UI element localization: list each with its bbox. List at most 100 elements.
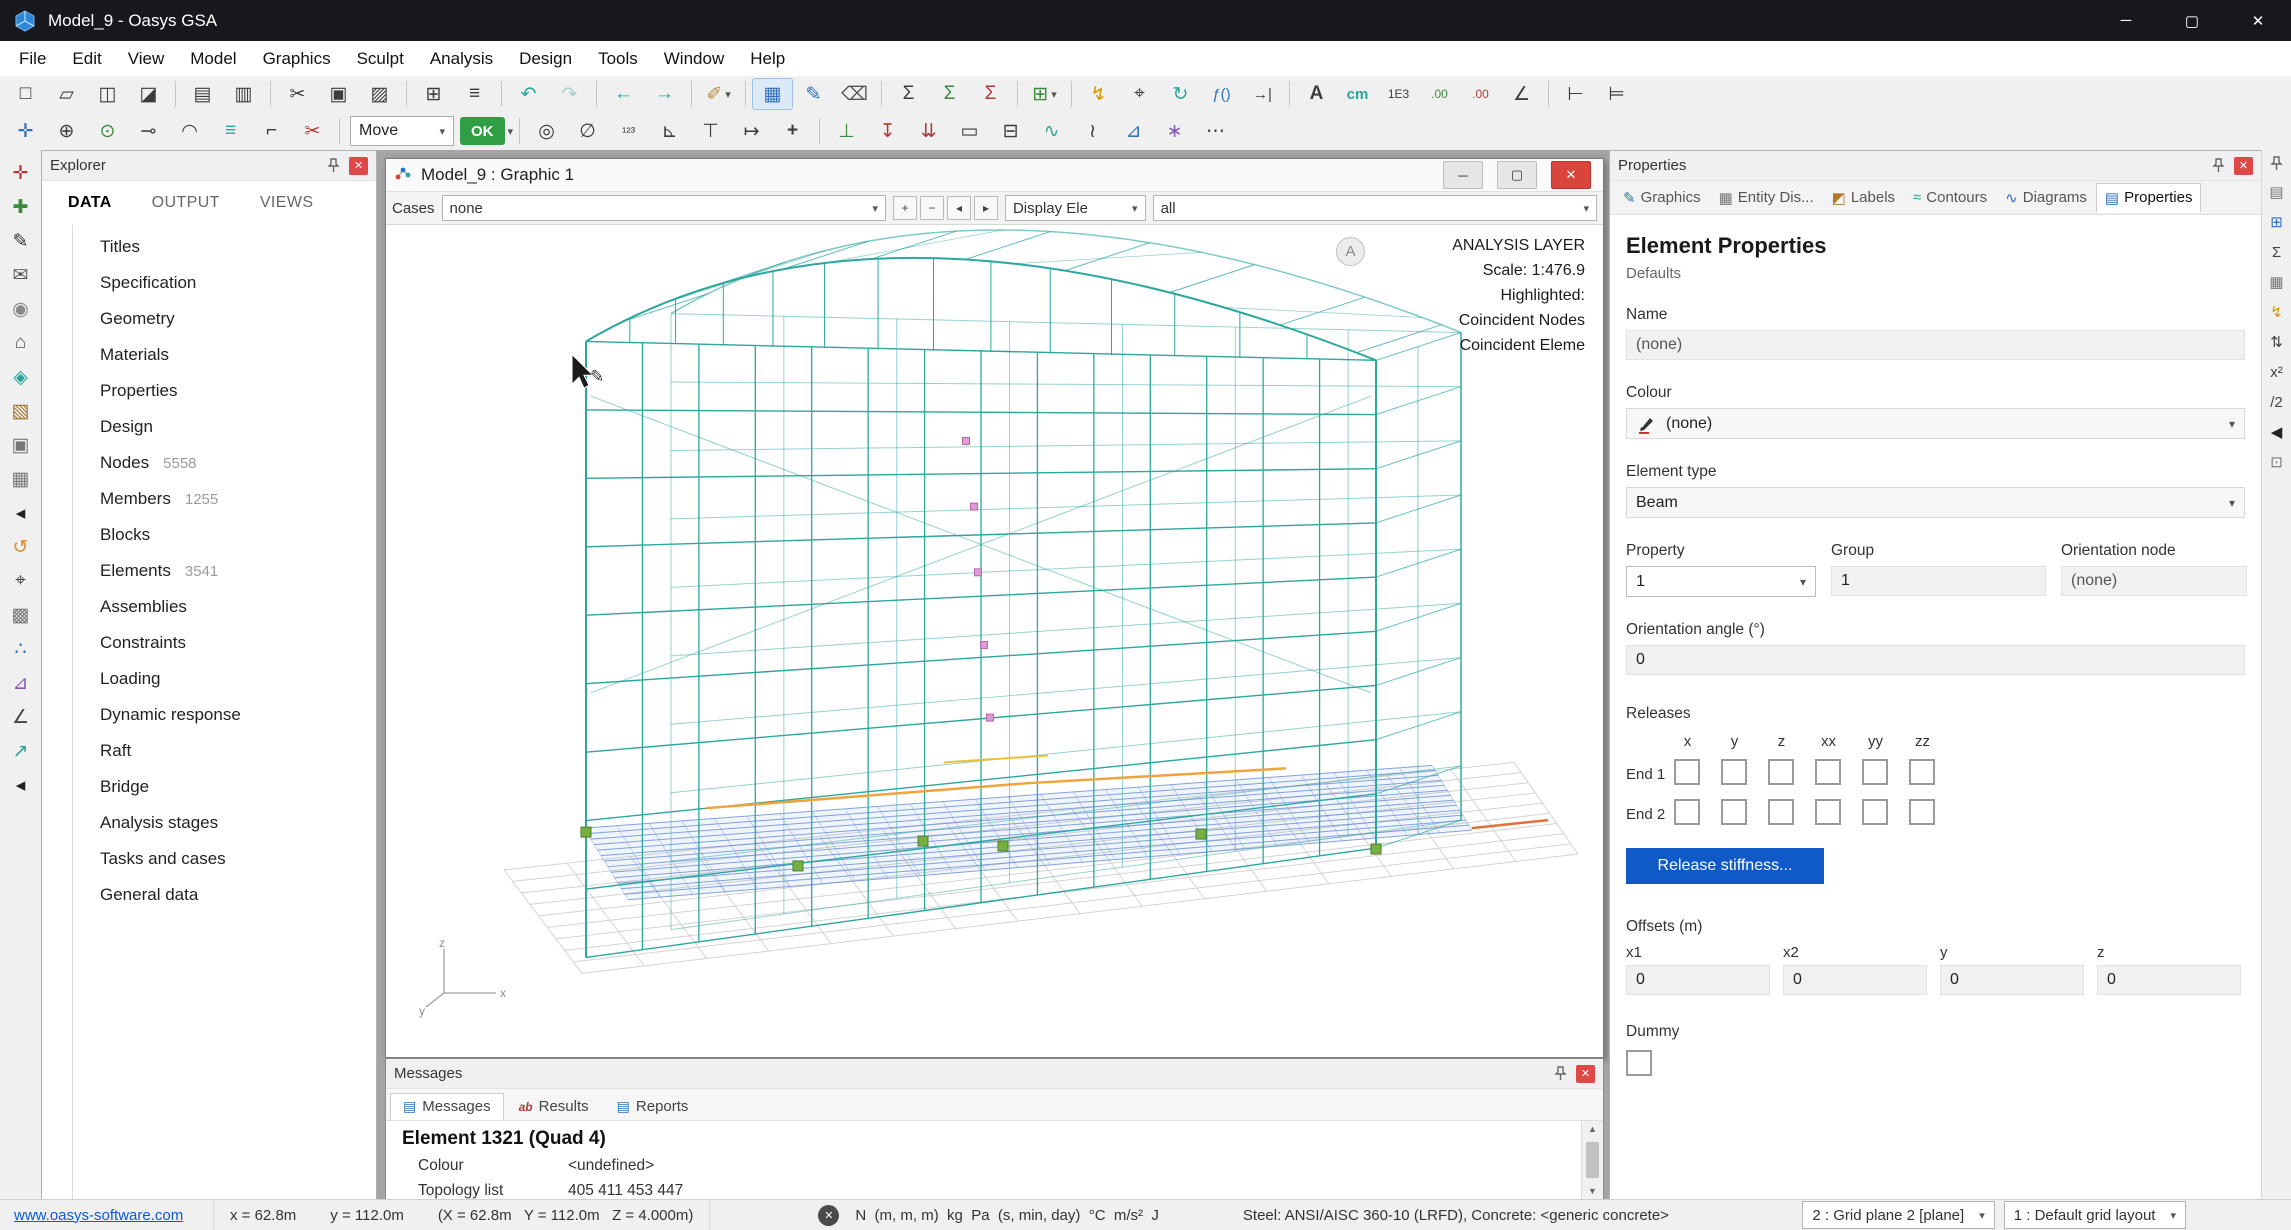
forward-icon[interactable]: → xyxy=(644,78,685,110)
x2-strip-icon[interactable]: x² xyxy=(2264,359,2290,385)
angle-units-icon[interactable]: ∠ xyxy=(1501,78,1542,110)
release-checkbox-end2-y[interactable] xyxy=(1721,799,1747,825)
support-icon[interactable]: ⊥ xyxy=(826,115,867,147)
frame-icon[interactable]: ▭ xyxy=(949,115,990,147)
new-icon[interactable]: □ xyxy=(5,78,46,110)
empty-set-icon[interactable]: ∅ xyxy=(567,115,608,147)
property-select[interactable]: 1 ▾ xyxy=(1626,566,1816,597)
case-nav-icon-3[interactable]: ▸ xyxy=(973,196,998,220)
release-checkbox-end2-xx[interactable] xyxy=(1815,799,1841,825)
tree-item-bridge[interactable]: ▶Bridge xyxy=(73,769,376,805)
tree-item-tasks-and-cases[interactable]: ▶Tasks and cases xyxy=(73,841,376,877)
release-checkbox-end1-yy[interactable] xyxy=(1862,759,1888,785)
lock-icon[interactable]: ◉ xyxy=(4,292,38,326)
graphic-minimize-button[interactable]: ─ xyxy=(1443,161,1483,189)
tree-item-analysis-stages[interactable]: ▶Analysis stages xyxy=(73,805,376,841)
case-nav-icon-2[interactable]: ◂ xyxy=(946,196,971,220)
remove-cell-icon[interactable]: ⊟ xyxy=(990,115,1031,147)
release-checkbox-end2-z[interactable] xyxy=(1768,799,1794,825)
tree-item-design[interactable]: ▶Design xyxy=(73,409,376,445)
save-icon[interactable]: ◫ xyxy=(87,78,128,110)
select-all-icon[interactable]: ✛ xyxy=(5,115,46,147)
name-field[interactable]: (none) xyxy=(1626,330,2245,360)
swap-strip-icon[interactable]: ⇅ xyxy=(2264,329,2290,355)
layers-icon[interactable]: ≡ xyxy=(210,115,251,147)
open-icon[interactable]: ▱ xyxy=(46,78,87,110)
crosshair-icon[interactable]: + xyxy=(772,115,813,147)
more-tools-icon[interactable]: ⋯ xyxy=(1195,115,1236,147)
release-checkbox-end2-yy[interactable] xyxy=(1862,799,1888,825)
display-filter-select[interactable]: all ▾ xyxy=(1152,195,1597,221)
font-icon[interactable]: A xyxy=(1296,78,1337,110)
tree-item-loading[interactable]: ▶Loading xyxy=(73,661,376,697)
release-checkbox-end2-zz[interactable] xyxy=(1909,799,1935,825)
tab-properties[interactable]: ▤ Properties xyxy=(2095,182,2202,213)
tab-diagrams[interactable]: ∿ Diagrams xyxy=(1996,183,2096,213)
menu-tools[interactable]: Tools xyxy=(585,49,651,69)
erase-icon[interactable]: ⌫ xyxy=(834,78,875,110)
redo-icon[interactable]: ↷ xyxy=(549,78,590,110)
table-strip-icon[interactable]: ▦ xyxy=(2264,269,2290,295)
decimals-increase-icon[interactable]: .00 xyxy=(1419,78,1460,110)
minimize-button[interactable]: ─ xyxy=(2093,0,2159,41)
tsquare-icon[interactable]: ⊤ xyxy=(690,115,731,147)
copy-icon[interactable]: ▣ xyxy=(318,78,359,110)
origin-icon[interactable]: ◎ xyxy=(526,115,567,147)
angle-measure-icon[interactable]: ⊾ xyxy=(649,115,690,147)
rotate-view-icon[interactable]: ↺ xyxy=(4,530,38,564)
sum-add-icon[interactable]: Σ xyxy=(929,78,970,110)
pin-icon[interactable] xyxy=(1553,1066,1568,1081)
menu-help[interactable]: Help xyxy=(737,49,798,69)
tree-item-nodes[interactable]: Nodes 5558 xyxy=(73,445,376,481)
graphic-close-button[interactable]: ✕ xyxy=(1551,161,1591,189)
pin-icon[interactable] xyxy=(326,158,341,173)
menu-design[interactable]: Design xyxy=(506,49,585,69)
collapse-right-icon[interactable]: ◀ xyxy=(2264,419,2290,445)
security-icon[interactable]: ▣ xyxy=(4,428,38,462)
find-icon[interactable]: ⌖ xyxy=(1119,78,1160,110)
tree-item-geometry[interactable]: ▶Geometry xyxy=(73,301,376,337)
offset-field-z[interactable]: 0 xyxy=(2097,965,2241,995)
measure-icon[interactable]: ∠ xyxy=(4,700,38,734)
release-checkbox-end1-zz[interactable] xyxy=(1909,759,1935,785)
tab-views[interactable]: VIEWS xyxy=(260,194,314,212)
zoom-tool-icon[interactable]: ⌖ xyxy=(4,564,38,598)
tree-item-materials[interactable]: ▶Materials xyxy=(73,337,376,373)
release-checkbox-end2-x[interactable] xyxy=(1674,799,1700,825)
cases-select[interactable]: none ▾ xyxy=(441,195,886,221)
package-icon[interactable]: ▧ xyxy=(4,394,38,428)
pin-icon[interactable] xyxy=(2269,156,2284,171)
sum-icon[interactable]: Σ xyxy=(888,78,929,110)
reports-icon[interactable]: ≡ xyxy=(454,78,495,110)
menu-graphics[interactable]: Graphics xyxy=(250,49,344,69)
save-all-icon[interactable]: ◪ xyxy=(128,78,169,110)
tab-entity-dis[interactable]: ▦ Entity Dis... xyxy=(1710,183,1823,213)
ok-dropdown-icon[interactable]: ▾ xyxy=(508,125,514,138)
goto-end-icon[interactable]: →| xyxy=(1242,78,1283,110)
release-stiffness-button[interactable]: Release stiffness... xyxy=(1626,848,1824,884)
tree-item-blocks[interactable]: Blocks xyxy=(73,517,376,553)
trim-icon[interactable]: ✂ xyxy=(292,115,333,147)
pencil-tool-icon[interactable]: ✎ xyxy=(4,224,38,258)
dummy-checkbox[interactable] xyxy=(1626,1050,1652,1076)
tree-item-assemblies[interactable]: Assemblies xyxy=(73,589,376,625)
scroll-down-icon[interactable]: ▼ xyxy=(1588,1186,1597,1196)
colour-select[interactable]: (none) ▾ xyxy=(1626,408,2245,439)
load-distributed-icon[interactable]: ⇊ xyxy=(908,115,949,147)
sum-remove-icon[interactable]: Σ xyxy=(970,78,1011,110)
group-field[interactable]: 1 xyxy=(1831,566,2046,596)
maximize-button[interactable]: ▢ xyxy=(2159,0,2225,41)
corner-snap-icon[interactable]: ⌐ xyxy=(251,115,292,147)
tree-item-elements[interactable]: Elements 3541 xyxy=(73,553,376,589)
print-icon[interactable]: ▤ xyxy=(182,78,223,110)
modify-tool-icon[interactable]: ✛ xyxy=(4,156,38,190)
release-checkbox-end1-xx[interactable] xyxy=(1815,759,1841,785)
case-nav-icon-0[interactable]: + xyxy=(892,196,917,220)
grid-plane-select[interactable]: 2 : Grid plane 2 [plane] ▾ xyxy=(1802,1201,1995,1229)
ok-button[interactable]: OK xyxy=(460,117,505,145)
tree-item-dynamic-response[interactable]: ▶Dynamic response xyxy=(73,697,376,733)
home-icon[interactable]: ⌂ xyxy=(4,326,38,360)
volume-icon[interactable]: ▩ xyxy=(4,598,38,632)
tree-item-specification[interactable]: ▶Specification xyxy=(73,265,376,301)
tab-graphics[interactable]: ✎ Graphics xyxy=(1614,183,1710,213)
